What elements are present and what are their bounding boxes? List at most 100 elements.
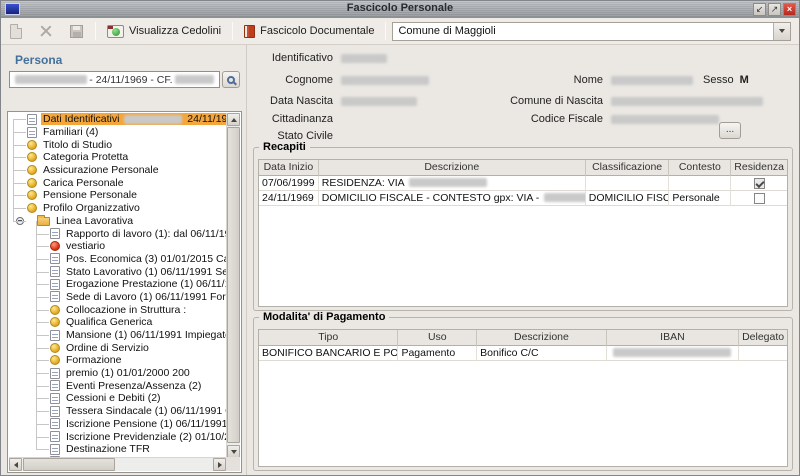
table-row[interactable]: 24/11/1969DOMICILIO FISCALE - CONTESTO g… — [259, 191, 787, 206]
tree-item-label: Rapporto di lavoro (1): dal 06/11/1991 7… — [64, 228, 226, 240]
panel-divider — [246, 45, 247, 476]
data-nascita-value — [341, 97, 417, 106]
tree-item-label: Mansione (1) 06/11/1991 Impiegato — [64, 329, 226, 341]
record-form-icon — [27, 127, 37, 138]
yellow-ball-icon — [50, 305, 60, 315]
tree-item[interactable]: Rapporto di lavoro (1): dal 06/11/1991 7… — [9, 227, 226, 240]
tree-item[interactable]: Eventi Presenza/Assenza (2) — [9, 379, 226, 392]
checkbox[interactable] — [754, 178, 765, 189]
horizontal-scroll-thumb[interactable] — [23, 458, 115, 471]
yellow-ball-icon — [27, 165, 37, 175]
tree-item[interactable]: Collocazione in Struttura : — [9, 303, 226, 316]
tree-item-label: Categoria Protetta — [41, 151, 226, 163]
fascicolo-documentale-button[interactable]: Fascicolo Documentale — [237, 22, 381, 41]
column-header[interactable]: Descrizione — [477, 330, 607, 346]
tree-item[interactable]: Cessioni e Debiti (2) — [9, 392, 226, 405]
window-title: Fascicolo Personale — [1, 2, 799, 14]
table-cell — [586, 176, 670, 191]
table-row[interactable]: 07/06/1999RESIDENZA: VIA — [259, 176, 787, 191]
scroll-left-button[interactable] — [9, 458, 22, 471]
restore-window-button[interactable]: ↙ — [753, 3, 766, 16]
close-window-button[interactable]: × — [783, 3, 796, 16]
tree-connector-tick — [13, 145, 26, 146]
column-header[interactable]: Classificazione — [586, 160, 670, 176]
table-row[interactable]: BONIFICO BANCARIO E POSTALE [5]Pagamento… — [259, 346, 787, 361]
column-header[interactable]: Residenza — [731, 160, 787, 176]
tree-item[interactable]: Erogazione Prestazione (1) 06/11/1991 Fu… — [9, 278, 226, 291]
column-header[interactable]: Contesto — [669, 160, 731, 176]
tree-item[interactable]: Sede di Lavoro (1) 06/11/1991 Fores — [9, 291, 226, 304]
new-record-button[interactable] — [1, 20, 31, 42]
persona-search-text: - 24/11/1969 - CF. — [89, 74, 172, 86]
tree-item[interactable]: Mansione (1) 06/11/1991 Impiegato — [9, 329, 226, 342]
tree-item[interactable]: Profilo Organizzativo — [9, 202, 226, 215]
tree-item-label: Collocazione in Struttura : — [64, 304, 226, 316]
tree-item[interactable]: Ordine di Servizio — [9, 341, 226, 354]
identificativo-label: Identificativo — [249, 52, 333, 64]
scroll-up-button[interactable] — [227, 113, 240, 126]
tree-item[interactable]: Formazione — [9, 354, 226, 367]
column-header[interactable]: Delegato — [739, 330, 787, 346]
column-header[interactable]: Tipo — [259, 330, 398, 346]
tree-item[interactable]: Qualifica Generica — [9, 316, 226, 329]
tree-item-label: Linea Lavorativa — [54, 215, 226, 227]
tree-item-label: Dati Identificativi 24/11/1969 — [41, 113, 226, 125]
maximize-window-button[interactable]: ↗ — [768, 3, 781, 16]
tree-item[interactable]: Titolo di Studio — [9, 138, 226, 151]
stato-civile-picker-button[interactable]: ... — [719, 122, 741, 139]
tree-item[interactable]: Pos. Economica (3) 01/01/2015 Cat. B - P… — [9, 253, 226, 266]
tree-item[interactable]: Iscrizione Previdenziale (2) 01/10/2015 … — [9, 430, 226, 443]
sesso-field: SessoM — [703, 74, 749, 86]
record-form-icon — [50, 431, 60, 442]
checkbox[interactable] — [754, 193, 765, 204]
tree-item[interactable]: Carica Personale — [9, 176, 226, 189]
column-header[interactable]: Data Inizio — [259, 160, 319, 176]
save-record-button[interactable] — [61, 20, 91, 42]
tree-connector-tick — [13, 157, 26, 158]
title-bar[interactable]: Fascicolo Personale ↙ ↗ × — [1, 1, 799, 18]
tree-vertical-scrollbar[interactable] — [226, 113, 240, 459]
tree-connector-tick — [36, 424, 49, 425]
record-form-icon — [50, 380, 60, 391]
tree-item[interactable]: Linea Lavorativa — [9, 215, 226, 228]
table-cell — [607, 346, 739, 361]
new-document-icon — [10, 24, 22, 39]
delete-record-button[interactable] — [31, 20, 61, 42]
tree-item[interactable]: Stato Lavorativo (1) 06/11/1991 Servizio… — [9, 265, 226, 278]
cedolini-icon — [107, 25, 124, 38]
comune-nascita-value — [611, 97, 763, 106]
tree-item[interactable]: Destinazione TFR — [9, 443, 226, 456]
table-cell — [731, 191, 787, 206]
cognome-value — [341, 76, 429, 85]
scroll-right-button[interactable] — [213, 458, 226, 471]
visualizza-cedolini-button[interactable]: Visualizza Cedolini — [100, 22, 228, 41]
tree-item[interactable]: Categoria Protetta — [9, 151, 226, 164]
tree-connector-tick — [36, 386, 49, 387]
tree-item[interactable]: Assicurazione Personale — [9, 164, 226, 177]
column-header[interactable]: IBAN — [607, 330, 740, 346]
vertical-scroll-thumb[interactable] — [227, 127, 240, 443]
cognome-label: Cognome — [249, 74, 333, 86]
column-header[interactable]: Descrizione — [319, 160, 586, 176]
tree-item[interactable]: premio (1) 01/01/2000 200 — [9, 367, 226, 380]
tree-horizontal-scrollbar[interactable] — [9, 457, 227, 471]
tree-connector-tick — [36, 360, 49, 361]
tree-item[interactable]: Dati Identificativi 24/11/1969 — [9, 113, 226, 126]
tree-connector-tick — [13, 221, 26, 222]
persona-search-button[interactable] — [222, 71, 240, 88]
tree-item[interactable]: Tessera Sindacale (1) 06/11/1991 CISL — [9, 405, 226, 418]
delete-icon — [39, 24, 53, 38]
context-select[interactable]: Comune di Maggioli — [392, 22, 791, 41]
documentale-icon — [244, 25, 255, 38]
tree-item[interactable]: Iscrizione Pensione (1) 06/11/1991 CPDEL… — [9, 418, 226, 431]
tree-item[interactable]: Familiari (4) — [9, 126, 226, 139]
tree-item[interactable]: Pensione Personale — [9, 189, 226, 202]
save-icon — [70, 25, 83, 38]
persona-search-input[interactable]: - 24/11/1969 - CF. — [9, 71, 220, 88]
column-header[interactable]: Uso — [398, 330, 477, 346]
tree-item[interactable]: vestiario — [9, 240, 226, 253]
context-select-arrow[interactable] — [773, 23, 790, 40]
table-cell: RESIDENZA: VIA — [319, 176, 586, 191]
record-form-icon — [50, 228, 60, 239]
tree-item-label: Pensione Personale — [41, 189, 226, 201]
